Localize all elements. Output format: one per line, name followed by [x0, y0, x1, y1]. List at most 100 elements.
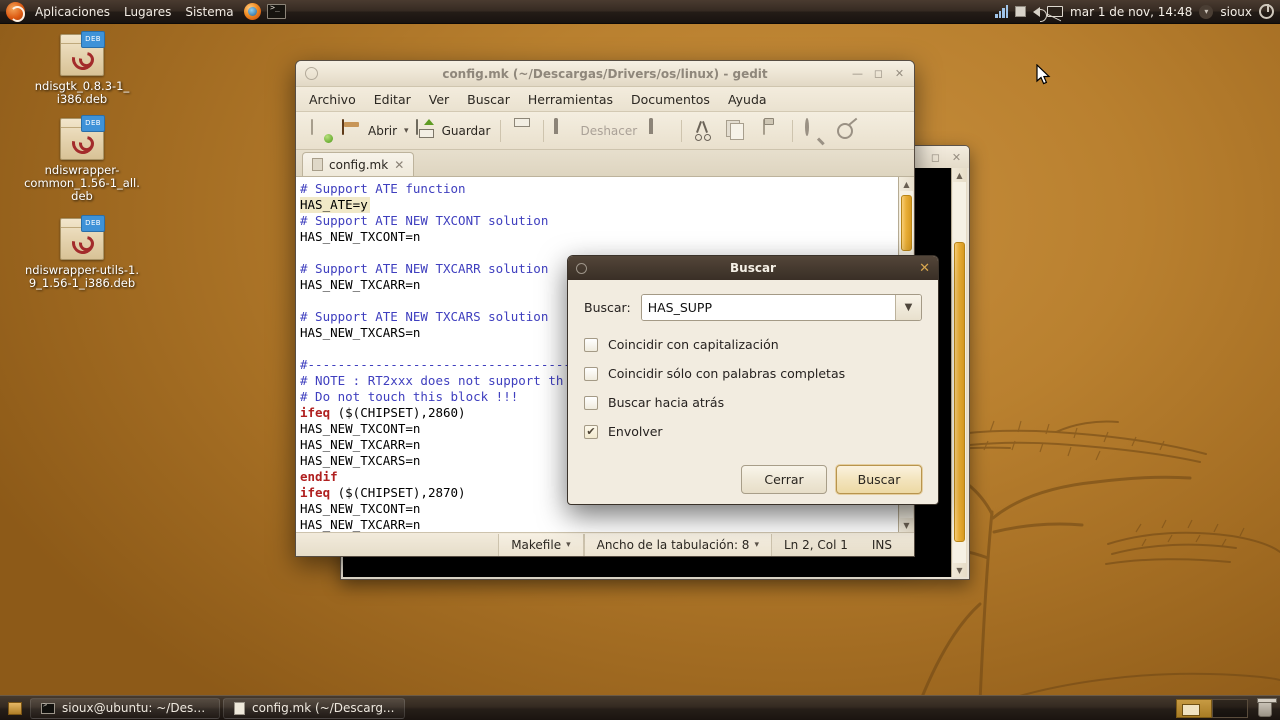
- mail-icon[interactable]: [1047, 6, 1064, 17]
- copy-button[interactable]: [721, 117, 753, 145]
- scrollbar-thumb[interactable]: [901, 195, 912, 251]
- update-manager-icon[interactable]: [1015, 6, 1027, 17]
- gedit-toolbar: Abrir ▾ Guardar Deshacer: [296, 112, 914, 150]
- terminal-launcher[interactable]: [267, 2, 287, 22]
- panel-menu-lugares[interactable]: Lugares: [117, 1, 178, 23]
- deb-badge: DEB: [81, 215, 105, 232]
- deb-package-icon: DEB: [60, 115, 105, 160]
- search-combobox[interactable]: ▼: [640, 294, 922, 321]
- clipboard-paste-icon: [760, 118, 782, 142]
- taskbar-item-terminal[interactable]: sioux@ubuntu: ~/Desc...: [30, 697, 220, 719]
- firefox-launcher[interactable]: [243, 2, 263, 22]
- tab-config-mk[interactable]: config.mk ✕: [302, 152, 415, 176]
- close-icon[interactable]: ✕: [893, 67, 906, 80]
- firefox-icon: [244, 3, 262, 20]
- cut-button[interactable]: [687, 117, 719, 145]
- redo-button[interactable]: [644, 117, 676, 145]
- find-button[interactable]: Buscar: [836, 465, 922, 494]
- checkbox[interactable]: [584, 366, 598, 381]
- menu-archivo[interactable]: Archivo: [300, 89, 365, 110]
- window-icon: [576, 262, 587, 274]
- find-dialog-titlebar[interactable]: Buscar ✕: [568, 256, 938, 280]
- menu-editar[interactable]: Editar: [365, 89, 420, 110]
- scrollbar-thumb[interactable]: [954, 242, 965, 542]
- toolbar-separator: [681, 119, 683, 142]
- workspace-switcher[interactable]: [1176, 698, 1248, 718]
- find-button[interactable]: [798, 117, 830, 145]
- show-desktop-button[interactable]: [4, 698, 26, 719]
- chat-status-icon[interactable]: ▾: [1199, 4, 1214, 19]
- deb-badge: DEB: [81, 115, 105, 132]
- terminal-scrollbar[interactable]: ▲ ▼: [951, 168, 967, 577]
- open-button[interactable]: Abrir: [337, 117, 402, 145]
- scroll-up-icon[interactable]: ▲: [953, 168, 967, 182]
- find-dialog-buttons: Cerrar Buscar: [584, 455, 922, 494]
- current-line-highlight: HAS_ATE=y: [300, 197, 370, 213]
- network-signal-icon[interactable]: [995, 5, 1009, 18]
- chevron-down-icon[interactable]: ▼: [895, 295, 921, 320]
- code-line: HAS_NEW_TXCARR=n: [300, 517, 421, 532]
- scroll-down-icon[interactable]: ▼: [953, 563, 967, 577]
- replace-button[interactable]: [832, 117, 864, 145]
- power-icon[interactable]: [1259, 4, 1274, 19]
- code-line: # Support ATE NEW TXCONT solution: [300, 213, 549, 228]
- code-keyword: ifeq: [300, 405, 331, 420]
- option-search-backwards[interactable]: Buscar hacia atrás: [584, 395, 922, 410]
- checkbox[interactable]: [584, 337, 598, 352]
- checkbox[interactable]: [584, 424, 598, 439]
- trash-icon[interactable]: [1257, 697, 1277, 717]
- desktop-icon-ndiswrapper-utils[interactable]: DEB ndiswrapper-utils-1. 9_1.56-1_i386.d…: [18, 215, 146, 290]
- panel-clock[interactable]: mar 1 de nov, 14:48: [1070, 5, 1192, 19]
- menu-ver[interactable]: Ver: [420, 89, 458, 110]
- workspace-1[interactable]: [1176, 698, 1212, 718]
- find-dialog-body: Buscar: ▼ Coincidir con capitalización C…: [568, 280, 938, 504]
- maximize-icon[interactable]: ◻: [929, 151, 942, 164]
- new-document-button[interactable]: [303, 117, 335, 145]
- taskbar-item-label: sioux@ubuntu: ~/Desc...: [62, 701, 209, 715]
- open-dropdown-chevron-down-icon[interactable]: ▾: [404, 126, 409, 136]
- deb-package-icon: DEB: [60, 215, 105, 260]
- volume-icon[interactable]: [1033, 6, 1048, 22]
- menu-buscar[interactable]: Buscar: [458, 89, 519, 110]
- panel-menu-sistema[interactable]: Sistema: [178, 1, 240, 23]
- maximize-icon[interactable]: ◻: [872, 67, 885, 80]
- close-icon[interactable]: ✕: [919, 261, 938, 276]
- tab-close-icon[interactable]: ✕: [394, 158, 404, 172]
- gedit-titlebar[interactable]: config.mk (~/Descargas/Drivers/os/linux)…: [296, 61, 914, 87]
- scroll-down-icon[interactable]: ▼: [900, 518, 914, 532]
- option-match-case[interactable]: Coincidir con capitalización: [584, 337, 922, 352]
- menu-herramientas[interactable]: Herramientas: [519, 89, 622, 110]
- scrollbar-track[interactable]: [953, 182, 966, 563]
- terminal-icon: [41, 701, 55, 714]
- scroll-up-icon[interactable]: ▲: [900, 177, 914, 191]
- panel-username[interactable]: sioux: [1220, 5, 1252, 19]
- close-icon[interactable]: ✕: [950, 151, 963, 164]
- ubuntu-logo-icon[interactable]: [6, 2, 25, 22]
- print-button[interactable]: [506, 117, 538, 145]
- close-button[interactable]: Cerrar: [741, 465, 827, 494]
- printer-icon: [511, 120, 533, 142]
- menu-documentos[interactable]: Documentos: [622, 89, 719, 110]
- gedit-tab-bar: config.mk ✕: [296, 150, 914, 176]
- workspace-2[interactable]: [1212, 698, 1248, 718]
- option-wrap-around[interactable]: Envolver: [584, 424, 922, 439]
- option-whole-words[interactable]: Coincidir sólo con palabras completas: [584, 366, 922, 381]
- taskbar-item-gedit[interactable]: config.mk (~/Descarg...: [223, 697, 406, 719]
- desktop-icon-ndisgtk[interactable]: DEB ndisgtk_0.8.3-1_ i386.deb: [18, 31, 146, 106]
- tab-width-selector[interactable]: Ancho de la tabulación: 8 ▾: [583, 533, 772, 556]
- language-selector[interactable]: Makefile ▾: [498, 533, 584, 556]
- paste-button[interactable]: [755, 117, 787, 145]
- minimize-icon[interactable]: —: [851, 67, 864, 80]
- menu-ayuda[interactable]: Ayuda: [719, 89, 776, 110]
- desktop-icon-ndiswrapper-common[interactable]: DEB ndiswrapper- common_1.56-1_all. deb: [18, 115, 146, 203]
- open-button-label: Abrir: [368, 123, 398, 138]
- search-input[interactable]: [641, 295, 895, 320]
- code-line: # Support ATE function: [300, 181, 466, 196]
- taskbar-item-label: config.mk (~/Descarg...: [252, 701, 395, 715]
- checkbox[interactable]: [584, 395, 598, 410]
- panel-menu-aplicaciones[interactable]: Aplicaciones: [28, 1, 117, 23]
- redo-arrow-icon: [649, 117, 671, 142]
- find-dialog[interactable]: Buscar ✕ Buscar: ▼ Coincidir con capital…: [567, 255, 939, 505]
- undo-button[interactable]: Deshacer: [549, 117, 642, 145]
- save-button[interactable]: Guardar: [411, 117, 496, 145]
